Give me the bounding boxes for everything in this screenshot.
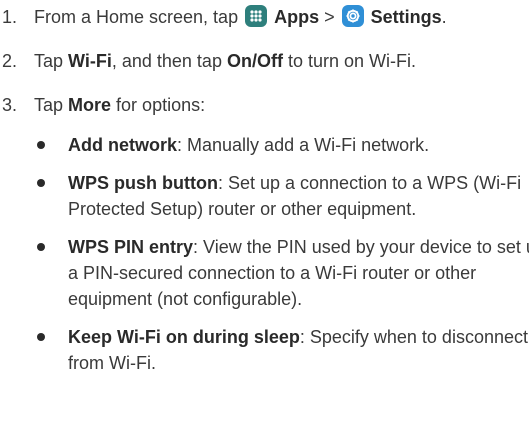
step-number: 3. (2, 95, 18, 115)
step-3: 3. Tap More for options: Add network: Ma… (0, 92, 529, 376)
options-list: Add network: Manually add a Wi-Fi networ… (34, 132, 529, 376)
settings-label: Settings (370, 7, 442, 27)
step-text-middle: , and then tap (111, 51, 227, 71)
step-number: 2. (2, 51, 18, 71)
list-item-add-network: Add network: Manually add a Wi-Fi networ… (34, 132, 529, 158)
step-number: 1. (2, 7, 18, 27)
step-text: Tap (34, 95, 69, 115)
option-description: : Manually add a Wi-Fi network. (177, 135, 430, 155)
bullet-dot (37, 141, 45, 149)
apps-label: Apps (274, 7, 320, 27)
list-item-wps-pin-entry: WPS PIN entry: View the PIN used by your… (34, 234, 529, 312)
step-text: From a Home screen, tap (34, 7, 244, 27)
step-text-end: for options: (111, 95, 206, 115)
step-1: 1. From a Home screen, tap Apps > Settin… (0, 4, 529, 30)
more-label: More (68, 95, 112, 115)
step-text-end: . (441, 7, 447, 27)
option-term: Keep Wi-Fi on during sleep (68, 327, 300, 347)
onoff-label: On/Off (226, 51, 283, 71)
step-text-end: to turn on Wi-Fi. (282, 51, 416, 71)
step-2: 2. Tap Wi-Fi, and then tap On/Off to tur… (0, 48, 529, 74)
option-term: Add network (68, 135, 178, 155)
bullet-dot (37, 333, 45, 341)
settings-gear-icon (341, 5, 364, 27)
instructions-document: 1. From a Home screen, tap Apps > Settin… (0, 0, 529, 388)
option-term: WPS PIN entry (68, 237, 194, 257)
option-term: WPS push button (68, 173, 218, 193)
separator: > (319, 7, 340, 27)
bullet-dot (37, 179, 45, 187)
list-item-keep-wifi-on: Keep Wi-Fi on during sleep: Specify when… (34, 324, 529, 376)
step-text: Tap (34, 51, 69, 71)
apps-grid-icon (245, 5, 268, 27)
list-item-wps-push-button: WPS push button: Set up a connection to … (34, 170, 529, 222)
wifi-label: Wi-Fi (68, 51, 112, 71)
bullet-dot (37, 243, 45, 251)
